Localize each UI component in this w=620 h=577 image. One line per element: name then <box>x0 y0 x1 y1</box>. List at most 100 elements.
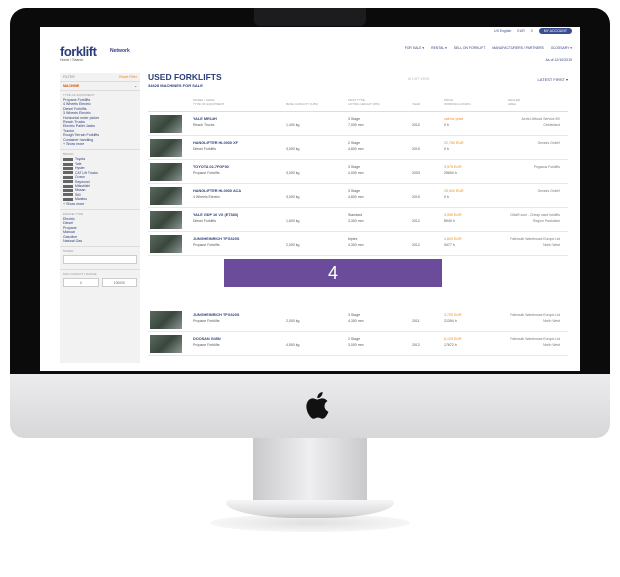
row-dealer[interactable]: Falkmuth Warehouse Europe Ltd <box>510 237 560 241</box>
row-capacity: 2,000 kg <box>286 319 300 323</box>
col-capacity[interactable]: BASE CAPACITY (LBS) <box>286 102 318 107</box>
brand-logo-icon <box>63 175 73 179</box>
forklift-thumbnail[interactable] <box>150 335 182 353</box>
row-hours: 0 h <box>444 123 449 127</box>
row-height: 4,000 mm <box>348 171 364 175</box>
nav-sell[interactable]: SELL ON FORKLIFT <box>454 46 486 50</box>
row-dealer[interactable]: Falkmuth Warehouse Europe Ltd <box>510 337 560 341</box>
engine-item[interactable]: Natural Gas <box>63 239 137 243</box>
brand-logo-icon <box>63 193 73 197</box>
col-dealer[interactable]: DEALER AREA <box>508 98 520 106</box>
table-row[interactable]: HANGLIFTER HL0030 ACA 4 Wheels Electric … <box>148 185 568 208</box>
nav-rental[interactable]: RENTAL ▾ <box>431 46 447 50</box>
my-account-button[interactable]: MY ACCOUNT <box>538 28 572 34</box>
brand-logo-icon <box>63 189 73 193</box>
language-selector[interactable]: US English <box>494 29 511 33</box>
table-row[interactable]: JUNGHEINRICH TFG320S Propane Forklifts 2… <box>148 233 568 256</box>
row-year: 2010 <box>412 123 420 127</box>
row-year: 2012 <box>412 219 420 223</box>
breadcrumb[interactable]: Home / Search <box>60 58 83 62</box>
capacity-range: 0 100000 <box>63 278 137 288</box>
utility-nav: US English EUR 0 MY ACCOUNT <box>494 28 572 34</box>
row-dealer[interactable]: CMaR.com - Cheap used forklifts <box>510 213 560 217</box>
row-price: 4,600 EUR <box>444 237 462 241</box>
row-model[interactable]: HANGLIFTER HL0030 XF <box>193 141 238 145</box>
row-mast: 3 Stage <box>348 117 361 121</box>
row-hours: 0 h <box>444 195 449 199</box>
brand-logo-icon <box>63 184 73 188</box>
forklift-thumbnail[interactable] <box>150 211 182 229</box>
row-model[interactable]: YALE GDP 16 VX (ET383) <box>193 213 238 217</box>
forklift-thumbnail[interactable] <box>150 115 182 133</box>
row-model[interactable]: YALE MR14H <box>193 117 217 121</box>
row-location: Gelderland <box>543 123 560 127</box>
type-filter: TYPE OF EQUIPMENT Propane Forklifts 4 Wh… <box>60 90 140 149</box>
row-year: 2011 <box>412 319 420 323</box>
row-price: 3,700 EUR <box>444 313 462 317</box>
table-row[interactable]: YALE GDP 16 VX (ET383) Diesel Forklifts … <box>148 209 568 232</box>
col-price[interactable]: PRICE WORKING HOURS <box>444 98 471 106</box>
forklift-thumbnail[interactable] <box>150 139 182 157</box>
row-capacity: 2,000 kg <box>286 243 300 247</box>
nav-manufacturers[interactable]: MANUFACTURERS / PARTNERS <box>492 46 544 50</box>
row-model[interactable]: JUNGHEINRICH TFG320S <box>193 313 239 317</box>
show-more-brands[interactable]: + Show more <box>63 202 137 206</box>
cart-count[interactable]: 0 <box>531 29 533 33</box>
row-mast: 2 Stage <box>348 337 361 341</box>
row-capacity: 3,000 kg <box>286 171 300 175</box>
col-mast[interactable]: MAST TYPE LIFTING HEIGHT (MM) <box>348 98 380 106</box>
date-label: As of 12/10/2019 <box>545 58 572 62</box>
table-row[interactable]: TOYOTA 02-7FGF30 Propane Forklifts 3,000… <box>148 161 568 184</box>
row-model[interactable]: TOYOTA 02-7FGF30 <box>193 165 229 169</box>
row-type: Diesel Forklifts <box>193 219 216 223</box>
chevron-down-icon: ⌄ <box>134 84 137 88</box>
forklift-thumbnail[interactable] <box>150 187 182 205</box>
row-model[interactable]: JUNGHEINRICH TFG320S <box>193 237 239 241</box>
brand-title: BRAND <box>63 152 74 157</box>
row-type: Propane Forklifts <box>193 171 220 175</box>
list-view-toggle[interactable]: ⊞ LIST VIEW <box>408 77 429 81</box>
row-year: 2019 <box>412 195 420 199</box>
nav-glossary[interactable]: GLOSSARY ▾ <box>551 46 572 50</box>
row-year: 2012 <box>412 343 420 347</box>
sort-dropdown[interactable]: LATEST FIRST ▾ <box>538 77 568 82</box>
reset-filter-link[interactable]: Reset Filter <box>119 75 137 79</box>
col-model[interactable]: MODEL / MAKE TYPE OF EQUIPMENT <box>193 98 225 106</box>
row-dealer[interactable]: Aerts Lifttruck Service BV <box>522 117 560 121</box>
engine-title: ENGINE TYPE <box>63 211 84 216</box>
col-type-label: TYPE OF EQUIPMENT <box>193 101 225 106</box>
capacity-from-input[interactable]: 0 <box>63 278 99 288</box>
table-row[interactable]: HANGLIFTER HL0030 XF Diesel Forklifts 3,… <box>148 137 568 160</box>
table-row[interactable]: JUNGHEINRICH TFG320S Propane Forklifts 2… <box>148 309 568 332</box>
filter-header: FILTER Reset Filter <box>60 73 140 82</box>
row-dealer[interactable]: Pegasus Forklifts <box>534 165 560 169</box>
row-dealer[interactable]: Gerwirs GmbH <box>538 189 560 193</box>
col-height-label: LIFTING HEIGHT (MM) <box>348 101 380 106</box>
nav-for-sale[interactable]: FOR SALE ▾ <box>405 46 424 50</box>
table-row[interactable]: YALE MR14H Reach Trucks 1,400 kg 3 Stage… <box>148 113 568 136</box>
row-mast: triplex <box>348 237 358 241</box>
site-logo[interactable]: forklift <box>60 44 97 59</box>
row-dealer[interactable]: Gerwirs GmbH <box>538 141 560 145</box>
forklift-thumbnail[interactable] <box>150 163 182 181</box>
row-model[interactable]: HANGLIFTER HL0030 ACA <box>193 189 241 193</box>
forklift-thumbnail[interactable] <box>150 235 182 253</box>
forklift-thumbnail[interactable] <box>150 311 182 329</box>
machine-dropdown[interactable]: MACHINE ⌄ <box>60 82 140 90</box>
row-height: 4,300 mm <box>348 243 364 247</box>
row-model[interactable]: DOOSAN G45N <box>193 337 221 341</box>
model-title: MODEL <box>63 249 74 254</box>
table-row[interactable]: DOOSAN G45N Propane Forklifts 4,500 kg 2… <box>148 333 568 356</box>
model-input[interactable] <box>63 255 137 265</box>
brand-logo-icon <box>63 197 73 201</box>
row-dealer[interactable]: Falkmuth Warehouse Europe Ltd <box>510 313 560 317</box>
col-hours-label: WORKING HOURS <box>444 101 471 106</box>
currency-selector[interactable]: EUR <box>517 29 524 33</box>
col-year[interactable]: YEAR <box>412 102 420 107</box>
overlay-banner: 4 <box>224 259 442 287</box>
show-more-types[interactable]: + Show more <box>63 142 137 146</box>
row-price: call for price <box>444 117 464 121</box>
row-price: 25,000 EUR <box>444 189 464 193</box>
capacity-to-input[interactable]: 100000 <box>101 278 137 288</box>
row-year: 2019 <box>412 147 420 151</box>
